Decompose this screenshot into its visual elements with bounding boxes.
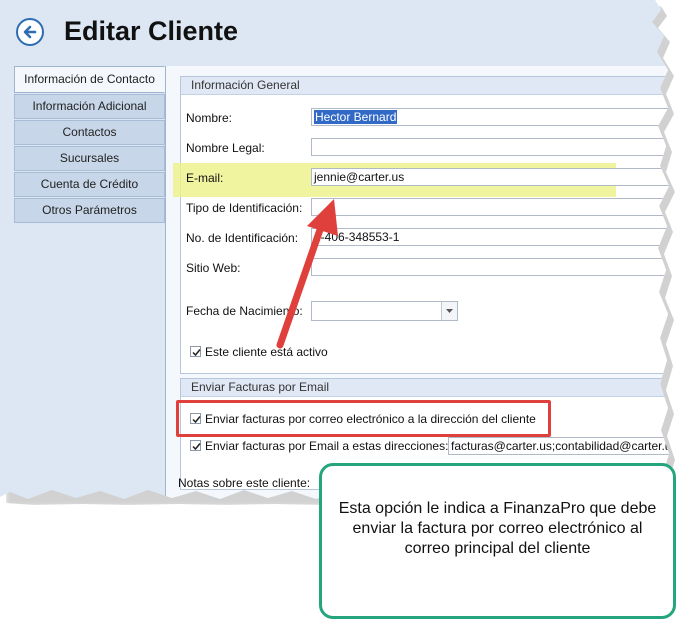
email-invoices-title: Enviar Facturas por Email	[181, 379, 669, 397]
back-button[interactable]	[16, 18, 44, 46]
tipo-identificacion-field[interactable]	[311, 198, 669, 216]
tab-informacion-adicional[interactable]: Información Adicional	[14, 94, 165, 119]
tab-contactos[interactable]: Contactos	[14, 120, 165, 145]
email-label: E-mail:	[186, 171, 224, 185]
tipo-identificacion-label: Tipo de Identificación:	[186, 201, 303, 215]
nombre-legal-label: Nombre Legal:	[186, 141, 265, 155]
email-field[interactable]: jennie@carter.us	[311, 168, 669, 186]
annotation-highlight-box	[176, 400, 551, 437]
arrow-left-icon	[23, 25, 37, 39]
tab-cuenta-credito[interactable]: Cuenta de Crédito	[14, 172, 165, 197]
nombre-label: Nombre:	[186, 111, 233, 125]
nombre-value: Hector Bernard	[314, 110, 398, 124]
notas-label: Notas sobre este cliente:	[178, 476, 311, 490]
sitio-web-label: Sitio Web:	[186, 261, 241, 275]
fecha-nacimiento-combo[interactable]	[311, 301, 458, 321]
tab-sucursales[interactable]: Sucursales	[14, 146, 165, 171]
window-header: Editar Cliente	[0, 0, 669, 66]
general-info-title: Información General	[181, 77, 669, 95]
tab-informacion-contacto[interactable]: Información de Contacto	[14, 66, 165, 93]
activo-checkbox[interactable]	[190, 346, 201, 357]
direcciones-email-field[interactable]: facturas@carter.us;contabilidad@carter.u…	[448, 437, 669, 455]
checkmark-icon	[192, 349, 201, 357]
no-identificacion-label: No. de Identificación:	[186, 231, 299, 245]
enviar-direcciones-checkbox[interactable]	[190, 440, 201, 451]
page-title: Editar Cliente	[64, 16, 239, 46]
callout-text: Esta opción le indica a FinanzaPro que d…	[338, 500, 657, 557]
dropdown-button[interactable]	[441, 302, 457, 320]
fecha-nacimiento-label: Fecha de Nacimiento:	[186, 304, 303, 318]
callout-box: Esta opción le indica a FinanzaPro que d…	[319, 463, 676, 619]
tab-otros-parametros[interactable]: Otros Parámetros	[14, 198, 165, 223]
enviar-direcciones-label: Enviar facturas por Email a estas direcc…	[205, 439, 449, 453]
sitio-web-field[interactable]	[311, 258, 669, 276]
checkmark-icon	[192, 443, 201, 451]
sidebar-nav: Información de Contacto Información Adic…	[14, 66, 165, 224]
nombre-legal-field[interactable]	[311, 138, 669, 156]
chevron-down-icon	[446, 309, 453, 313]
activo-label: Este cliente está activo	[205, 345, 328, 359]
no-identificacion-field[interactable]: 1-406-348553-1	[311, 228, 669, 246]
nombre-field[interactable]: Hector Bernard	[311, 108, 669, 126]
